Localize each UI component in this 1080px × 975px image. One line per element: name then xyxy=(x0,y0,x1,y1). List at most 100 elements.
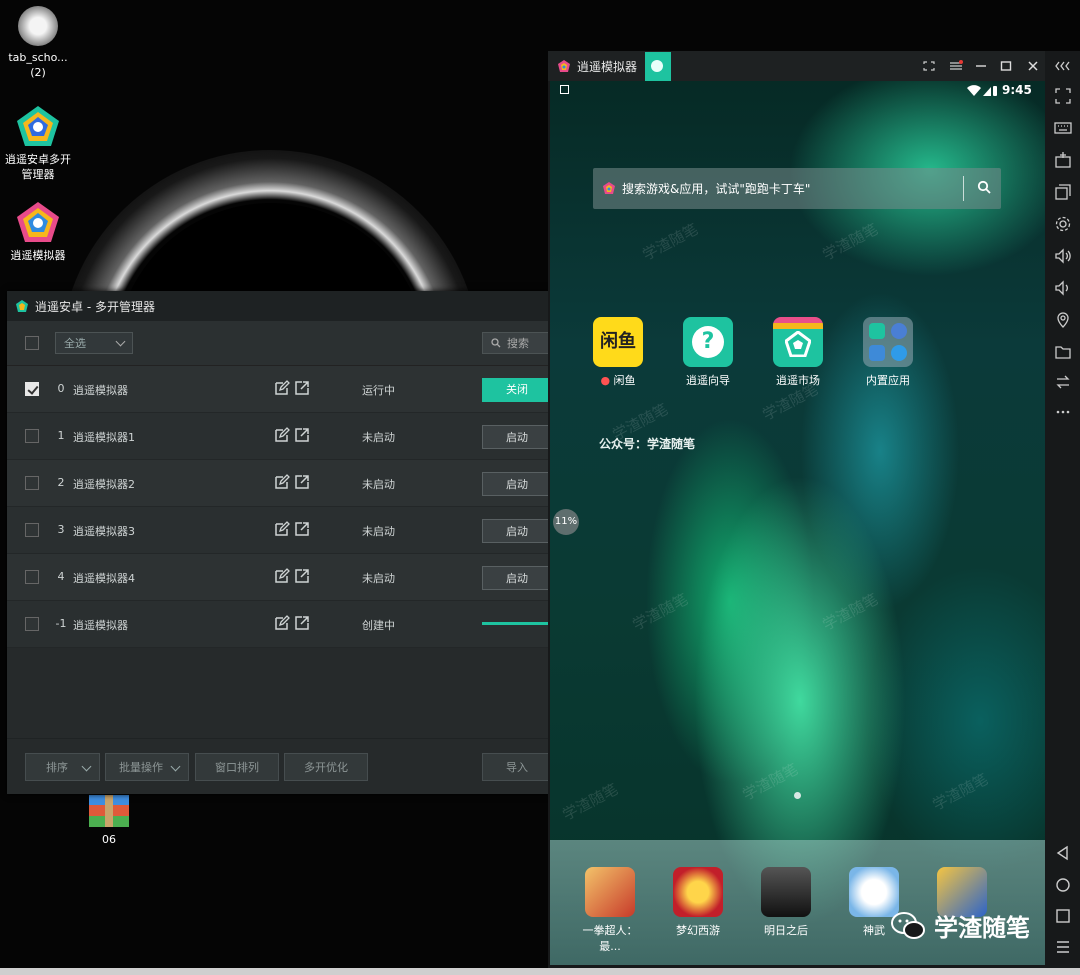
folder-app-icon xyxy=(891,323,907,339)
import-button[interactable]: 导入 xyxy=(482,753,548,781)
sort-label: 排序 xyxy=(46,761,68,774)
open-external-icon[interactable] xyxy=(294,427,310,443)
desktop-icon-06[interactable]: 06 xyxy=(71,794,147,847)
instance-status: 未启动 xyxy=(362,478,395,491)
manager-search-input[interactable]: 搜索 xyxy=(482,332,548,354)
instance-status: 运行中 xyxy=(362,384,395,397)
search-icon[interactable] xyxy=(977,180,991,194)
volume-down-icon[interactable] xyxy=(1054,279,1072,297)
instance-checkbox[interactable] xyxy=(25,570,39,584)
instance-index: 1 xyxy=(57,429,65,442)
location-icon[interactable] xyxy=(1054,311,1072,329)
open-external-icon[interactable] xyxy=(294,615,310,631)
new-dot-icon: ● xyxy=(600,374,611,387)
taskbar-strip xyxy=(0,968,1080,975)
home-icon[interactable] xyxy=(1054,876,1072,894)
instance-checkbox[interactable] xyxy=(25,382,39,396)
edit-icon[interactable] xyxy=(274,568,290,584)
open-external-icon[interactable] xyxy=(294,380,310,396)
multi-optimize-button[interactable]: 多开优化 xyxy=(284,753,368,781)
back-icon[interactable] xyxy=(1054,844,1072,862)
collapse-sidebar-icon[interactable] xyxy=(1054,57,1072,75)
dock-app-mingri[interactable]: 明日之后 xyxy=(748,867,824,938)
select-all-dropdown[interactable]: 全选 xyxy=(55,332,133,354)
edit-icon[interactable] xyxy=(274,615,290,631)
folder-icon[interactable] xyxy=(1054,343,1072,361)
edit-icon[interactable] xyxy=(274,521,290,537)
instance-status: 创建中 xyxy=(362,619,395,632)
watermark: 学渣随笔 xyxy=(629,589,691,634)
settings-gear-icon[interactable] xyxy=(1054,215,1072,233)
rotate-icon[interactable] xyxy=(1054,373,1072,391)
start-instance-button[interactable]: 启动 xyxy=(482,425,548,449)
minimize-icon[interactable] xyxy=(969,51,993,81)
instance-name: 逍遥模拟器 xyxy=(73,384,128,397)
app-guide[interactable]: ? 逍遥向导 xyxy=(670,317,746,388)
android-screen[interactable]: 9:45 搜索游戏&应用，试试"跑跑卡丁车" 闲鱼 ● 闲鱼 ? 逍遥向导 逍遥… xyxy=(550,81,1045,965)
select-all-label: 全选 xyxy=(64,337,86,350)
start-instance-button[interactable]: 启动 xyxy=(482,519,548,543)
screenshot-icon[interactable] xyxy=(917,51,941,81)
instance-index: -1 xyxy=(55,617,67,630)
add-app-icon[interactable] xyxy=(1054,151,1072,169)
keyboard-icon[interactable] xyxy=(1054,119,1072,137)
sort-button[interactable]: 排序 xyxy=(25,753,100,781)
wechat-watermark: 学渣随笔 xyxy=(890,908,1030,943)
instance-row: 2 逍遥模拟器2 未启动 启动 xyxy=(7,460,548,507)
progress-badge[interactable]: 11% xyxy=(553,509,579,535)
instance-status: 未启动 xyxy=(362,572,395,585)
instance-checkbox[interactable] xyxy=(25,476,39,490)
watermark: 学渣随笔 xyxy=(739,759,801,804)
instance-checkbox[interactable] xyxy=(25,617,39,631)
batch-operation-button[interactable]: 批量操作 xyxy=(105,753,189,781)
menu-icon[interactable] xyxy=(944,51,968,81)
desktop-icon-emulator[interactable]: 逍遥模拟器 xyxy=(0,200,76,263)
start-instance-button[interactable]: 启动 xyxy=(482,472,548,496)
multi-window-icon[interactable] xyxy=(1054,183,1072,201)
desktop-icon-multi-manager[interactable]: 逍遥安卓多开 管理器 xyxy=(0,104,76,182)
fullscreen-icon[interactable] xyxy=(1054,87,1072,105)
watermark: 学渣随笔 xyxy=(819,219,881,264)
open-external-icon[interactable] xyxy=(294,474,310,490)
edit-icon[interactable] xyxy=(274,380,290,396)
open-external-icon[interactable] xyxy=(294,568,310,584)
edit-icon[interactable] xyxy=(274,474,290,490)
app-label: 明日之后 xyxy=(764,924,808,937)
menu-list-icon[interactable] xyxy=(1054,938,1072,956)
select-all-checkbox[interactable] xyxy=(25,336,39,350)
close-instance-button[interactable]: 关闭 xyxy=(482,378,548,402)
instance-index: 2 xyxy=(57,476,65,489)
app-label: 一拳超人：最... xyxy=(582,924,638,953)
window-arrange-button[interactable]: 窗口排列 xyxy=(195,753,279,781)
dock-app-menghuan[interactable]: 梦幻西游 xyxy=(660,867,736,938)
emulator-home-tab[interactable] xyxy=(645,52,671,81)
notification-icon xyxy=(560,85,569,94)
start-instance-button[interactable]: 启动 xyxy=(482,566,548,590)
xianyu-icon: 闲鱼 xyxy=(593,317,643,367)
instance-checkbox[interactable] xyxy=(25,523,39,537)
app-builtin-folder[interactable]: 内置应用 xyxy=(850,317,926,388)
desktop-icon-tab-scho[interactable]: tab_scho... (2) xyxy=(0,6,76,80)
volume-up-icon[interactable] xyxy=(1054,247,1072,265)
dock-app-onepunch[interactable]: 一拳超人：最... xyxy=(572,867,648,954)
instance-name: 逍遥模拟器2 xyxy=(73,478,135,491)
instance-row: 4 逍遥模拟器4 未启动 启动 xyxy=(7,554,548,601)
instance-checkbox[interactable] xyxy=(25,429,39,443)
close-icon[interactable] xyxy=(1021,51,1045,81)
watermark: 学渣随笔 xyxy=(559,779,621,824)
app-market[interactable]: 逍遥市场 xyxy=(760,317,836,388)
edit-icon[interactable] xyxy=(274,427,290,443)
manager-titlebar[interactable]: 逍遥安卓 - 多开管理器 xyxy=(7,291,548,321)
memu-multi-icon xyxy=(15,104,61,148)
help-icon: ? xyxy=(683,317,733,367)
market-icon xyxy=(773,317,823,367)
instance-name: 逍遥模拟器4 xyxy=(73,572,135,585)
app-search-bar[interactable]: 搜索游戏&应用，试试"跑跑卡丁车" xyxy=(593,168,1001,209)
maximize-icon[interactable] xyxy=(994,51,1018,81)
recent-apps-icon[interactable] xyxy=(1054,907,1072,925)
instance-row: 3 逍遥模拟器3 未启动 启动 xyxy=(7,507,548,554)
more-icon[interactable] xyxy=(1054,403,1072,421)
memu-logo-icon xyxy=(16,300,28,312)
app-xianyu[interactable]: 闲鱼 ● 闲鱼 xyxy=(580,317,656,388)
open-external-icon[interactable] xyxy=(294,521,310,537)
